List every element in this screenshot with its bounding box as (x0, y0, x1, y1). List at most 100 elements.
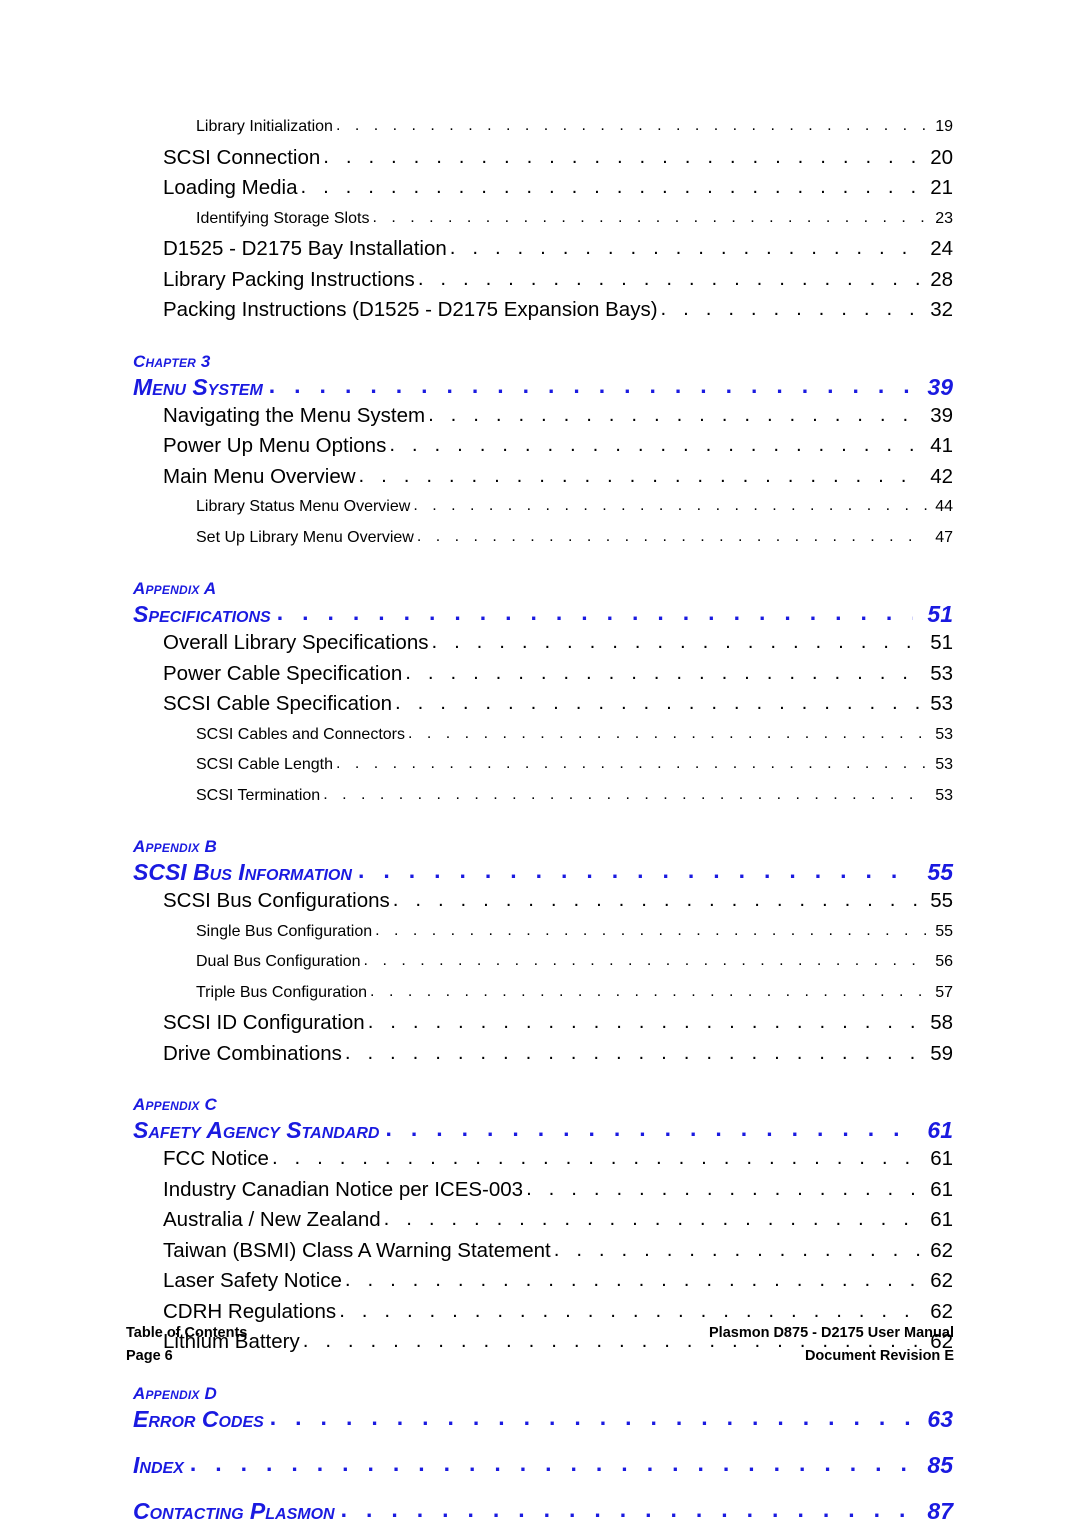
toc-entry-label: SCSI Cable Length (196, 756, 333, 773)
toc-entry[interactable]: Power Up Menu Options. . . . . . . . . .… (163, 431, 953, 462)
toc-entry[interactable]: SCSI Connection. . . . . . . . . . . . .… (163, 143, 953, 174)
toc-section-heading[interactable]: SCSI Bus Information. . . . . . . . . . … (133, 857, 953, 886)
toc-entry-page-number: 53 (930, 661, 953, 685)
toc-section-page-number: 39 (927, 373, 953, 400)
toc-entry[interactable]: SCSI Cable Length. . . . . . . . . . . .… (196, 750, 953, 781)
toc-backmatter-title: Index (133, 1451, 184, 1478)
toc-entry-label: SCSI Cables and Connectors (196, 725, 405, 743)
toc-entry[interactable]: Laser Safety Notice. . . . . . . . . . .… (163, 1266, 953, 1297)
toc-entry[interactable]: Identifying Storage Slots. . . . . . . .… (196, 204, 953, 235)
toc-entry[interactable]: SCSI ID Configuration. . . . . . . . . .… (163, 1008, 953, 1039)
dot-leader: . . . . . . . . . . . . . . . . . . . . … (395, 691, 920, 714)
toc-entry-label: Main Menu Overview (163, 464, 356, 488)
dot-leader: . . . . . . . . . . . . . . . . . . . . … (660, 297, 920, 320)
toc-section: Appendix D Error Codes. . . . . . . . . .… (133, 1382, 953, 1433)
dot-leader: . . . . . . . . . . . . . . . . . . . . … (449, 236, 920, 259)
toc-entry-page-number: 57 (935, 983, 953, 1001)
toc-entry-page-number: 62 (930, 1238, 953, 1262)
toc-backmatter-page-number: 87 (927, 1497, 953, 1524)
toc-backmatter-page-number: 85 (927, 1451, 953, 1478)
toc-entry[interactable]: Taiwan (BSMI) Class A Warning Statement.… (163, 1236, 953, 1267)
toc-section-heading[interactable]: Menu System. . . . . . . . . . . . . . .… (133, 372, 953, 401)
toc-entry-page-number: 21 (930, 176, 953, 199)
toc-section-title: Safety Agency Standard (133, 1117, 380, 1143)
toc-entry[interactable]: SCSI Cable Specification. . . . . . . . … (163, 689, 953, 720)
toc-section-title: Menu System (133, 373, 263, 400)
toc-entry-label: Navigating the Menu System (163, 403, 426, 427)
toc-section: Appendix C Safety Agency Standard. . . . … (133, 1093, 953, 1358)
toc-backmatter-heading[interactable]: Index. . . . . . . . . . . . . . . . . .… (133, 1450, 953, 1479)
toc-entry-page-number: 47 (935, 528, 953, 546)
toc-entry[interactable]: Set Up Library Menu Overview. . . . . . … (196, 523, 953, 554)
toc-entry[interactable]: Navigating the Menu System. . . . . . . … (163, 401, 953, 432)
toc-entry[interactable]: Single Bus Configuration. . . . . . . . … (196, 917, 953, 948)
toc-entry-page-number: 62 (930, 1269, 953, 1292)
dot-leader: . . . . . . . . . . . . . . . . . . . . … (553, 1237, 920, 1261)
toc-backmatter-heading[interactable]: Contacting Plasmon. . . . . . . . . . . … (133, 1495, 953, 1525)
toc-entry[interactable]: Library Status Menu Overview. . . . . . … (196, 492, 953, 523)
toc-entry[interactable]: D1525 - D2175 Bay Installation. . . . . … (163, 234, 953, 265)
toc-entry[interactable]: Dual Bus Configuration. . . . . . . . . … (196, 947, 953, 978)
toc-entry[interactable]: Library Initialization. . . . . . . . . … (196, 112, 953, 143)
toc-entry-page-number: 19 (935, 118, 953, 135)
toc-entry-page-number: 55 (930, 889, 953, 912)
toc-entry[interactable]: SCSI Bus Configurations. . . . . . . . .… (163, 886, 953, 917)
toc-entry-page-number: 61 (930, 1147, 953, 1170)
dot-leader: . . . . . . . . . . . . . . . . . . . . … (408, 724, 927, 742)
toc-entry-label: Library Initialization (196, 118, 333, 135)
toc-entry-page-number: 53 (935, 756, 953, 773)
toc-section-page-number: 61 (927, 1117, 953, 1143)
toc-entry[interactable]: Library Packing Instructions. . . . . . … (163, 265, 953, 296)
dot-leader: . . . . . . . . . . . . . . . . . . . . … (357, 857, 913, 883)
dot-leader: . . . . . . . . . . . . . . . . . . . . … (405, 660, 920, 684)
dot-leader: . . . . . . . . . . . . . . . . . . . . … (344, 1040, 920, 1064)
toc-entry-label: Overall Library Specifications (163, 631, 429, 654)
dot-leader: . . . . . . . . . . . . . . . . . . . . … (413, 497, 927, 514)
toc-entry-label: Library Packing Instructions (163, 267, 415, 291)
toc-entry[interactable]: Overall Library Specifications. . . . . … (163, 628, 953, 659)
toc-back-matter: Index . . . . . . . . . . . . . . . . . .… (133, 1450, 953, 1525)
toc-entry[interactable]: Industry Canadian Notice per ICES-003. .… (163, 1175, 953, 1206)
toc-section-title: Specifications (133, 601, 271, 627)
toc-section-page-number: 63 (927, 1405, 953, 1432)
toc-section-heading[interactable]: Error Codes. . . . . . . . . . . . . . .… (133, 1404, 953, 1433)
toc-entry[interactable]: Power Cable Specification. . . . . . . .… (163, 659, 953, 690)
toc-entry-page-number: 58 (930, 1011, 953, 1034)
toc-entry[interactable]: FCC Notice. . . . . . . . . . . . . . . … (163, 1144, 953, 1175)
toc-entry[interactable]: Triple Bus Configuration. . . . . . . . … (196, 978, 953, 1009)
toc-entry[interactable]: Australia / New Zealand. . . . . . . . .… (163, 1205, 953, 1236)
dot-leader: . . . . . . . . . . . . . . . . . . . . … (358, 463, 920, 487)
dot-leader: . . . . . . . . . . . . . . . . . . . . … (431, 630, 920, 653)
toc-entry[interactable]: Packing Instructions (D1525 - D2175 Expa… (163, 295, 953, 326)
dot-leader: . . . . . . . . . . . . . . . . . . . . … (383, 1207, 920, 1230)
toc-entry-label: Power Up Menu Options (163, 434, 387, 457)
toc-entry-page-number: 41 (930, 434, 953, 457)
toc-sections: Chapter 3 Menu System. . . . . . . . . . … (133, 350, 953, 1433)
toc-entry-page-number: 56 (935, 953, 953, 970)
toc-section-kicker: Appendix A (133, 579, 217, 598)
toc-section-page-number: 55 (927, 859, 953, 885)
toc-entry[interactable]: Loading Media. . . . . . . . . . . . . .… (163, 173, 953, 204)
dot-leader: . . . . . . . . . . . . . . . . . . . . … (276, 599, 913, 625)
toc-backmatter-title: Contacting Plasmon (133, 1497, 335, 1524)
dot-leader: . . . . . . . . . . . . . . . . . . . . … (271, 1146, 920, 1169)
toc-entry-label: Laser Safety Notice (163, 1269, 342, 1292)
page-footer: Table of Contents Plasmon D875 - D2175 U… (126, 1322, 954, 1368)
toc-entry-label: SCSI ID Configuration (163, 1011, 365, 1034)
toc-entry[interactable]: Drive Combinations. . . . . . . . . . . … (163, 1039, 953, 1070)
toc-section-heading[interactable]: Specifications. . . . . . . . . . . . . … (133, 599, 953, 628)
dot-leader: . . . . . . . . . . . . . . . . . . . . … (340, 1495, 913, 1522)
toc-entry-label: D1525 - D2175 Bay Installation (163, 237, 447, 260)
toc-entry-page-number: 51 (930, 631, 953, 654)
toc-entry[interactable]: SCSI Cables and Connectors. . . . . . . … (196, 720, 953, 751)
toc-entry[interactable]: SCSI Termination. . . . . . . . . . . . … (196, 781, 953, 812)
toc-entry-label: Identifying Storage Slots (196, 209, 370, 227)
dot-leader: . . . . . . . . . . . . . . . . . . . . … (367, 1010, 920, 1033)
toc-entry[interactable]: Main Menu Overview. . . . . . . . . . . … (163, 462, 953, 493)
toc-entry-label: SCSI Termination (196, 786, 321, 804)
page-canvas: Library Initialization . . . . . . . . . … (0, 0, 1080, 1524)
dot-leader: . . . . . . . . . . . . . . . . . . . . … (385, 1115, 913, 1141)
dot-leader: . . . . . . . . . . . . . . . . . . . . … (323, 785, 927, 803)
toc-entry-label: Single Bus Configuration (196, 922, 373, 940)
toc-section-heading[interactable]: Safety Agency Standard. . . . . . . . . … (133, 1115, 953, 1144)
